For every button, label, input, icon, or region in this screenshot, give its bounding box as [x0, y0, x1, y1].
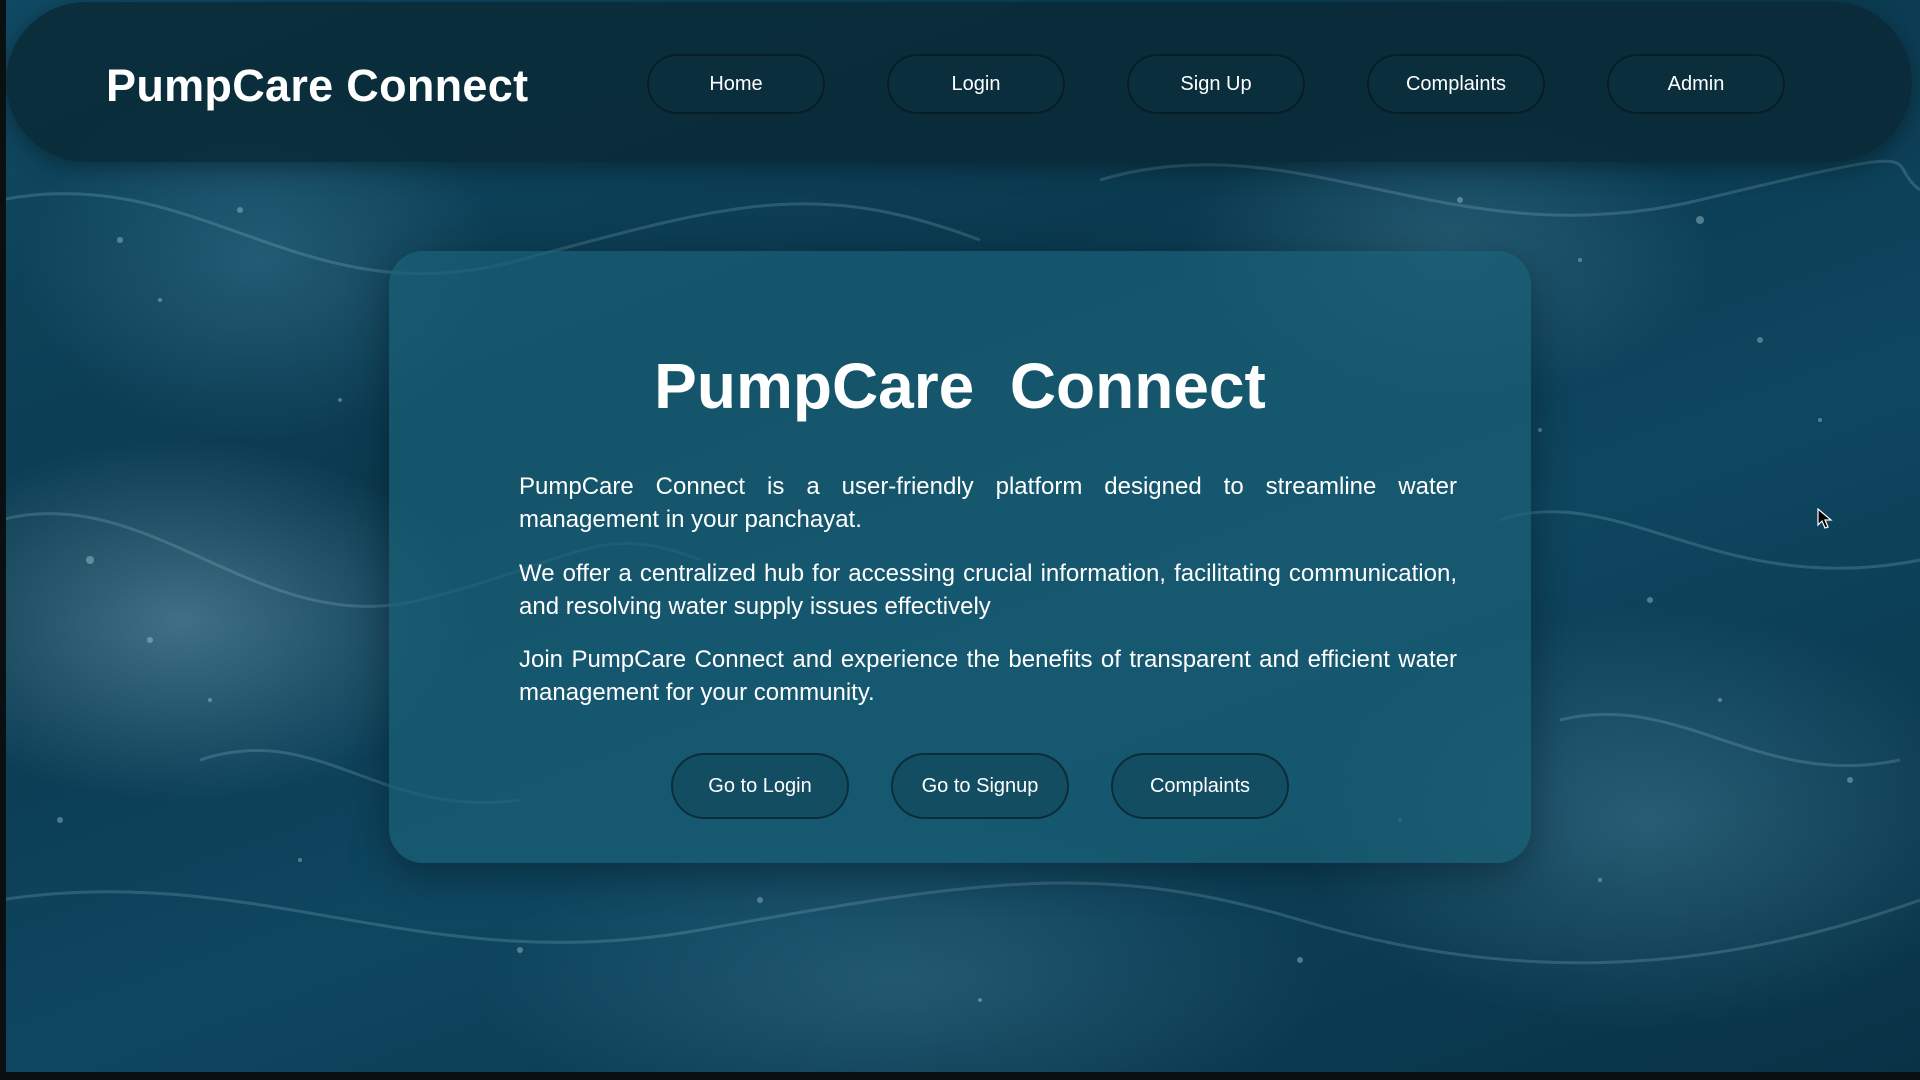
- go-to-signup-button[interactable]: Go to Signup: [891, 753, 1069, 819]
- mouse-pointer-icon: [1817, 508, 1833, 529]
- go-to-login-button[interactable]: Go to Login: [671, 753, 849, 819]
- nav-login-button[interactable]: Login: [887, 54, 1065, 114]
- top-navbar: PumpCare Connect Home Login Sign Up Comp…: [6, 2, 1912, 162]
- hero-complaints-button[interactable]: Complaints: [1111, 753, 1289, 819]
- hero-title: PumpCare Connect: [654, 350, 1266, 422]
- hero-paragraph-offer: We offer a centralized hub for accessing…: [519, 560, 1457, 620]
- nav-signup-button[interactable]: Sign Up: [1127, 54, 1305, 114]
- hero-paragraph-intro: PumpCare Connect is a user-friendly plat…: [519, 473, 1457, 533]
- nav-home-button[interactable]: Home: [647, 54, 825, 114]
- hero-card: PumpCare Connect PumpCare Connect is a u…: [389, 251, 1531, 863]
- nav-admin-button[interactable]: Admin: [1607, 54, 1785, 114]
- brand-logo-text[interactable]: PumpCare Connect: [106, 60, 528, 112]
- hero-paragraph-join: Join PumpCare Connect and experience the…: [519, 646, 1457, 706]
- nav-complaints-button[interactable]: Complaints: [1367, 54, 1545, 114]
